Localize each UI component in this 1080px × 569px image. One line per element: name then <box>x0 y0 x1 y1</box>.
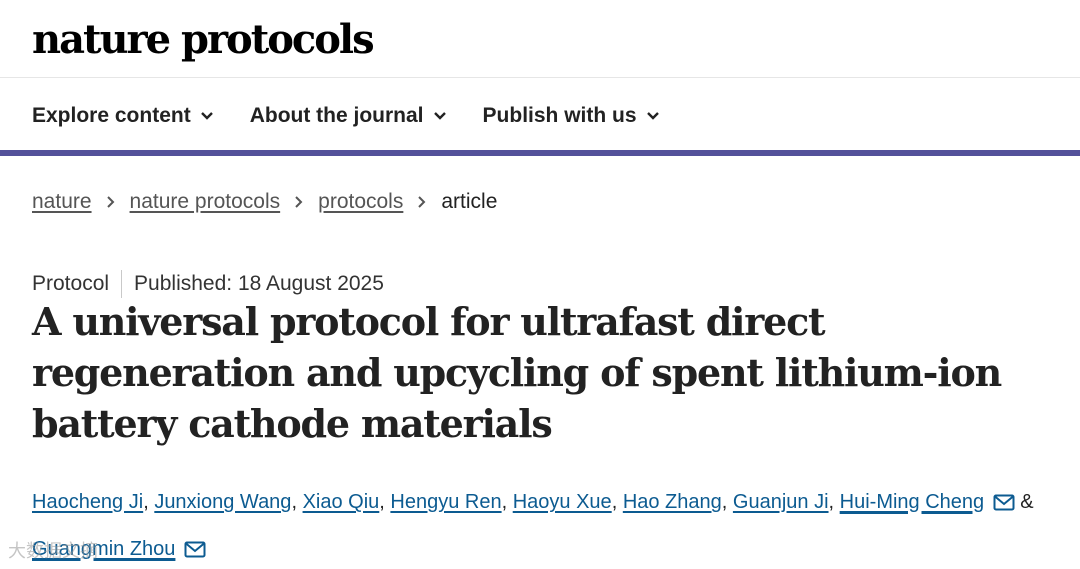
watermark-text: 大数据文摘 <box>8 541 98 561</box>
breadcrumb: nature nature protocols protocols articl… <box>32 190 497 214</box>
nav-item-label: About the journal <box>249 104 424 127</box>
chevron-right-icon <box>417 195 427 209</box>
nav-publish-with-us[interactable]: Publish with us <box>483 104 660 128</box>
breadcrumb-nature[interactable]: nature <box>32 190 92 214</box>
author-link[interactable]: Haocheng Ji <box>32 491 143 513</box>
breadcrumb-current: article <box>441 190 498 213</box>
author-link[interactable]: Guanjun Ji <box>733 491 829 513</box>
publish-date: Published: 18 August 2025 <box>134 272 384 295</box>
chevron-down-icon <box>200 112 213 120</box>
author-and: & <box>1014 491 1034 513</box>
author-link[interactable]: Hengyu Ren <box>390 491 501 513</box>
breadcrumb-protocols[interactable]: protocols <box>318 190 403 214</box>
article-title: A universal protocol for ultrafast direc… <box>32 299 1002 446</box>
main-nav: Explore content About the journal Publis… <box>0 78 1080 156</box>
nav-item-label: Publish with us <box>482 104 637 127</box>
author-separator: , <box>501 491 513 513</box>
page: nature protocols Explore content About t… <box>0 0 1080 569</box>
masthead: nature protocols <box>0 0 1080 78</box>
breadcrumb-nature-protocols[interactable]: nature protocols <box>130 190 281 214</box>
author-link[interactable]: Xiao Qiu <box>303 491 380 513</box>
nav-about-the-journal[interactable]: About the journal <box>250 104 447 128</box>
author-separator: , <box>379 491 391 513</box>
email-icon[interactable] <box>993 483 1015 527</box>
chevron-right-icon <box>106 195 116 209</box>
author-separator: , <box>143 491 155 513</box>
journal-logo[interactable]: nature protocols <box>32 19 375 60</box>
meta-divider <box>121 270 123 298</box>
author-link[interactable]: Haoyu Xue <box>513 491 612 513</box>
author-separator: , <box>611 491 623 513</box>
nav-explore-content[interactable]: Explore content <box>32 104 214 128</box>
chevron-down-icon <box>646 112 659 120</box>
corresponding-author-link[interactable]: Hui-Ming Cheng <box>840 491 985 513</box>
author-separator: , <box>828 491 840 513</box>
author-separator: , <box>721 491 733 513</box>
author-link[interactable]: Junxiong Wang <box>154 491 291 513</box>
nav-item-label: Explore content <box>32 104 191 127</box>
email-icon[interactable] <box>184 530 206 569</box>
author-list: Haocheng Ji, Junxiong Wang, Xiao Qiu, He… <box>32 480 1077 569</box>
article-meta: Protocol Published: 18 August 2025 <box>32 270 384 298</box>
author-separator: , <box>291 491 303 513</box>
watermark: 大数据文摘 <box>8 537 98 563</box>
chevron-down-icon <box>433 112 446 120</box>
article-type: Protocol <box>32 272 110 295</box>
chevron-right-icon <box>294 195 304 209</box>
author-link[interactable]: Hao Zhang <box>623 491 722 513</box>
